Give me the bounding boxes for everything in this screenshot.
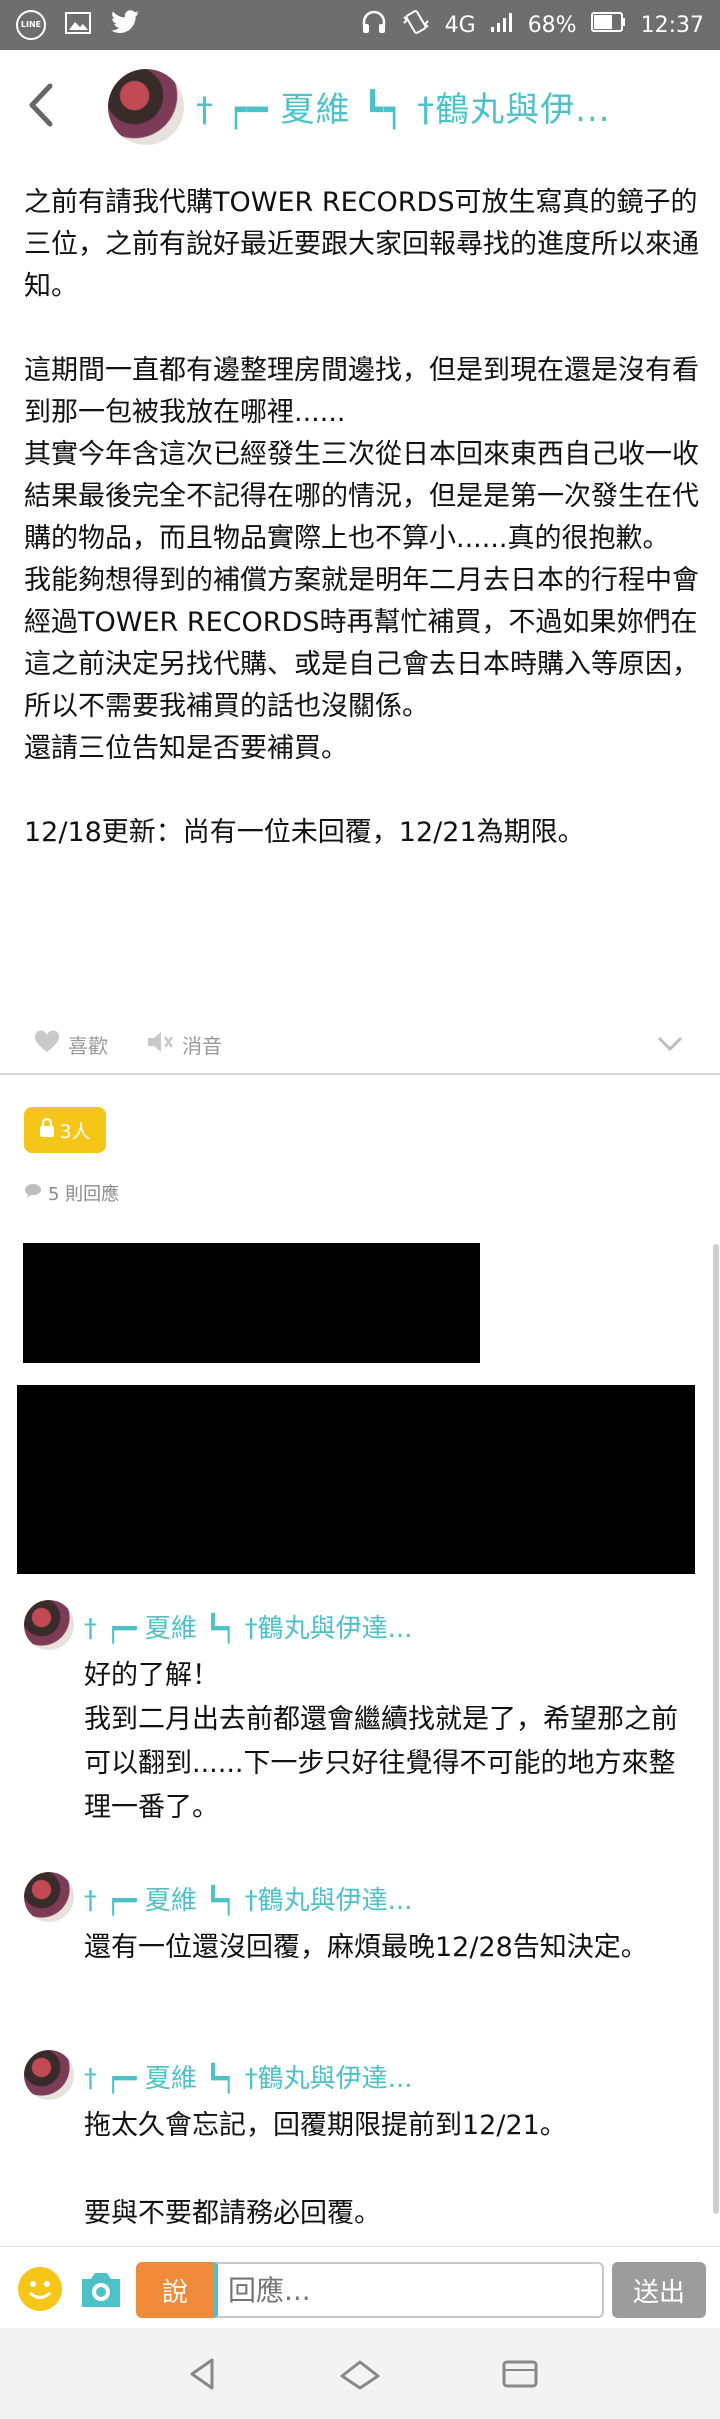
post-update: 12/18更新：尚有一位未回覆，12/21為期限。 — [24, 817, 585, 848]
send-button[interactable]: 送出 — [612, 2262, 706, 2318]
scrollbar[interactable] — [713, 1244, 719, 2214]
headphones-icon — [361, 9, 387, 41]
lock-icon — [39, 1117, 55, 1143]
comment-text: 好的了解！ 我到二月出去前都還會繼續找就是了，希望那之前可以翻到......下一… — [84, 1660, 678, 1823]
reply-count-label: 5 則回應 — [48, 1184, 120, 1205]
commenter-avatar[interactable] — [24, 2050, 74, 2100]
back-nav-icon[interactable] — [172, 2350, 232, 2398]
comment-icon — [24, 1183, 42, 1204]
back-arrow-icon[interactable] — [22, 80, 62, 130]
emoji-icon[interactable] — [18, 2267, 62, 2311]
reply-input[interactable] — [214, 2262, 604, 2318]
clock: 12:37 — [640, 12, 704, 38]
comment-text: 還有一位還沒回覆，麻煩最晚12/28告知決定。 — [84, 1932, 648, 1963]
signal-icon — [490, 11, 514, 39]
reply-bar: 說 送出 — [0, 2246, 720, 2328]
commenter-name[interactable]: † ┍━ 夏維 ┗┑ †鶴丸與伊達... — [84, 1880, 412, 1917]
camera-icon[interactable] — [78, 2267, 124, 2311]
commenter-avatar[interactable] — [24, 1600, 74, 1650]
status-bar: LINE 4G 68% 12:37 — [0, 0, 720, 50]
comment-text: 拖太久會忘記，回覆期限提前到12/21。 要與不要都請務必回覆。 — [84, 2110, 567, 2229]
mute-label: 消音 — [182, 1034, 222, 1058]
post-body: 之前有請我代購TOWER RECORDS可放生寫真的鏡子的三位，之前有說好最近要… — [24, 182, 700, 854]
mute-icon — [146, 1030, 174, 1059]
commenter-name[interactable]: † ┍━ 夏維 ┗┑ †鶴丸與伊達... — [84, 1608, 412, 1645]
commenter-avatar[interactable] — [24, 1872, 74, 1922]
reply-count: 5 則回應 — [24, 1180, 119, 1206]
post-paragraph: 這期間一直都有邊整理房間邊找，但是到現在還是沒有看到那一包被我放在哪裡.....… — [24, 355, 699, 764]
system-navbar — [0, 2328, 720, 2419]
redacted-block — [17, 1385, 695, 1574]
author-avatar[interactable] — [108, 69, 184, 145]
battery-level: 68% — [527, 12, 577, 38]
private-badge: 3人 — [24, 1107, 106, 1153]
commenter-name[interactable]: † ┍━ 夏維 ┗┑ †鶴丸與伊達... — [84, 2058, 412, 2095]
line-icon: LINE — [16, 10, 46, 40]
mute-button[interactable]: 消音 — [146, 1030, 222, 1059]
say-button[interactable]: 說 — [136, 2262, 214, 2318]
heart-icon — [34, 1030, 60, 1059]
post-header: † ┍━ 夏維 ┗┑ †鶴丸與伊... — [0, 50, 720, 160]
network-type: 4G — [444, 12, 476, 38]
like-button[interactable]: 喜歡 — [34, 1030, 108, 1059]
like-label: 喜歡 — [68, 1034, 108, 1058]
author-name[interactable]: † ┍━ 夏維 ┗┑ †鶴丸與伊... — [196, 82, 611, 131]
battery-icon — [590, 11, 627, 39]
post-actions: 喜歡 消音 — [0, 1024, 720, 1070]
twitter-icon — [110, 10, 140, 40]
vibrate-icon — [401, 9, 431, 41]
home-nav-icon[interactable] — [330, 2350, 390, 2398]
private-count: 3人 — [59, 1120, 91, 1143]
post-paragraph: 之前有請我代購TOWER RECORDS可放生寫真的鏡子的三位，之前有說好最近要… — [24, 187, 699, 302]
divider — [0, 1073, 720, 1075]
recent-apps-icon[interactable] — [490, 2350, 550, 2398]
image-icon — [64, 11, 92, 39]
chevron-down-icon[interactable] — [656, 1034, 684, 1058]
redacted-block — [23, 1243, 480, 1363]
